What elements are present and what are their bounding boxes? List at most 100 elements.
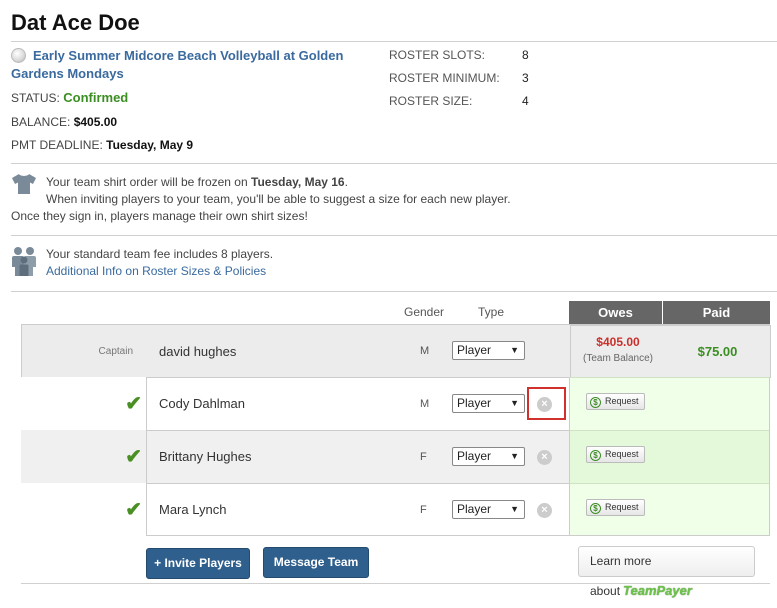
deadline-label: PMT DEADLINE:: [11, 138, 103, 152]
paid-header: Paid: [663, 301, 770, 324]
table-row: ✔ Mara Lynch F Player ▼ × $ Request: [21, 483, 770, 536]
captain-row: Captain david hughes M Player ▼ $405.00 (…: [21, 324, 771, 378]
type-select-value: Player: [457, 449, 492, 463]
dropdown-arrow-icon: ▼: [510, 398, 519, 408]
stat-label: ROSTER SLOTS:: [389, 48, 486, 62]
request-payment-button[interactable]: $ Request: [586, 393, 645, 410]
table-row: ✔ Brittany Hughes F Player ▼ × $ Request: [21, 430, 770, 483]
request-label: Request: [605, 449, 639, 459]
stat-label: ROSTER MINIMUM:: [389, 71, 500, 85]
dropdown-arrow-icon: ▼: [510, 504, 519, 514]
captain-label: Captain: [98, 346, 133, 357]
player-cell: Cody Dahlman M Player ▼ ×: [146, 377, 569, 430]
paid-cell: $75.00: [664, 325, 771, 378]
learn-more-teampayer-button[interactable]: Learn more about TeamPayer: [578, 546, 755, 598]
invite-players-button[interactable]: + Invite Players: [146, 548, 250, 579]
message-team-button[interactable]: Message Team: [263, 547, 369, 578]
player-gender: M: [420, 345, 430, 357]
player-cell: Brittany Hughes F Player ▼ ×: [146, 430, 569, 483]
gender-header: Gender: [404, 305, 445, 319]
balance-label: BALANCE:: [11, 115, 71, 129]
remove-highlight-box: [527, 387, 566, 420]
league-name-link[interactable]: Early Summer Midcore Beach Volleyball at…: [11, 47, 371, 83]
player-cell: david hughes M Player ▼: [147, 325, 570, 378]
paid-cell: [663, 430, 770, 483]
divider: [11, 41, 777, 42]
dollar-icon: $: [590, 503, 601, 514]
shirt-notice-line2: When inviting players to your team, you'…: [46, 192, 511, 206]
type-select[interactable]: Player ▼: [452, 394, 525, 413]
divider: [11, 291, 777, 292]
player-gender: F: [420, 451, 427, 463]
owes-cell: $ Request: [569, 483, 663, 536]
player-gender: M: [420, 398, 430, 410]
roster-minimum: ROSTER MINIMUM: 3: [389, 71, 529, 94]
type-select[interactable]: Player ▼: [452, 500, 525, 519]
player-name: Brittany Hughes: [159, 449, 252, 464]
fee-notice-link-wrap[interactable]: Additional Info on Roster Sizes & Polici…: [46, 263, 266, 280]
paid-amount: $75.00: [697, 344, 738, 359]
type-select-value: Player: [457, 396, 492, 410]
teampayer-logo: TeamPayer: [623, 583, 692, 598]
type-select-value: Player: [457, 502, 492, 516]
owes-note: (Team Balance): [582, 353, 654, 364]
paid-cell: [663, 377, 770, 430]
owes-cell: $405.00 (Team Balance): [570, 325, 664, 378]
tshirt-icon: [12, 174, 36, 194]
status-line: STATUS: Confirmed: [11, 90, 128, 105]
request-label: Request: [605, 502, 639, 512]
dropdown-arrow-icon: ▼: [510, 345, 519, 355]
remove-player-icon[interactable]: ×: [537, 450, 552, 465]
stat-value: 8: [522, 48, 529, 62]
status-label: STATUS:: [11, 91, 60, 105]
notice-text: Your team shirt order will be frozen on: [46, 175, 248, 189]
page-title: Dat Ace Doe: [11, 10, 140, 35]
player-name: david hughes: [159, 344, 237, 359]
divider: [21, 583, 770, 584]
type-select[interactable]: Player ▼: [452, 341, 525, 360]
divider: [11, 163, 777, 164]
remove-player-icon[interactable]: ×: [537, 503, 552, 518]
request-payment-button[interactable]: $ Request: [586, 499, 645, 516]
roster-stats: ROSTER SLOTS: 8 ROSTER MINIMUM: 3 ROSTER S…: [389, 48, 529, 117]
table-row: ✔ Cody Dahlman M Player ▼ × $ Request: [21, 377, 770, 430]
checkmark-icon: ✔: [125, 446, 142, 468]
stat-label: ROSTER SIZE:: [389, 94, 473, 108]
deadline-line: PMT DEADLINE: Tuesday, May 9: [11, 138, 193, 152]
player-name: Cody Dahlman: [159, 396, 245, 411]
type-select[interactable]: Player ▼: [452, 447, 525, 466]
divider: [11, 235, 777, 236]
status-badge: Confirmed: [63, 90, 129, 105]
status-cell: ✔: [21, 430, 146, 483]
roster-policy-link[interactable]: Additional Info on Roster Sizes & Polici…: [46, 264, 266, 278]
player-cell: Mara Lynch F Player ▼ ×: [146, 483, 569, 536]
owes-header: Owes: [569, 301, 662, 324]
owes-cell: $ Request: [569, 430, 663, 483]
stat-value: 3: [522, 71, 529, 85]
balance-line: BALANCE: $405.00: [11, 115, 117, 129]
status-cell: ✔: [21, 377, 146, 430]
league-name-text[interactable]: Early Summer Midcore Beach Volleyball at…: [11, 48, 343, 81]
team-members-icon: [12, 247, 36, 276]
request-payment-button[interactable]: $ Request: [586, 446, 645, 463]
shirt-notice-line3: Once they sign in, players manage their …: [11, 209, 308, 223]
shirt-notice-line1: Your team shirt order will be frozen on …: [46, 175, 348, 189]
deadline-value: Tuesday, May 9: [106, 138, 194, 152]
owes-amount: $405.00: [596, 335, 640, 349]
dollar-icon: $: [590, 450, 601, 461]
captain-role-cell: Captain: [22, 325, 147, 378]
status-cell: ✔: [21, 483, 146, 536]
stat-value: 4: [522, 94, 529, 108]
player-name: Mara Lynch: [159, 502, 227, 517]
roster-slots: ROSTER SLOTS: 8: [389, 48, 529, 71]
player-gender: F: [420, 504, 427, 516]
request-label: Request: [605, 396, 639, 406]
type-select-value: Player: [457, 343, 492, 357]
dollar-icon: $: [590, 397, 601, 408]
roster-size: ROSTER SIZE: 4: [389, 94, 529, 117]
volleyball-icon: [11, 48, 26, 63]
dropdown-arrow-icon: ▼: [510, 451, 519, 461]
fee-notice-text: Your standard team fee includes 8 player…: [46, 247, 274, 261]
paid-cell: [663, 483, 770, 536]
type-header: Type: [478, 305, 505, 319]
